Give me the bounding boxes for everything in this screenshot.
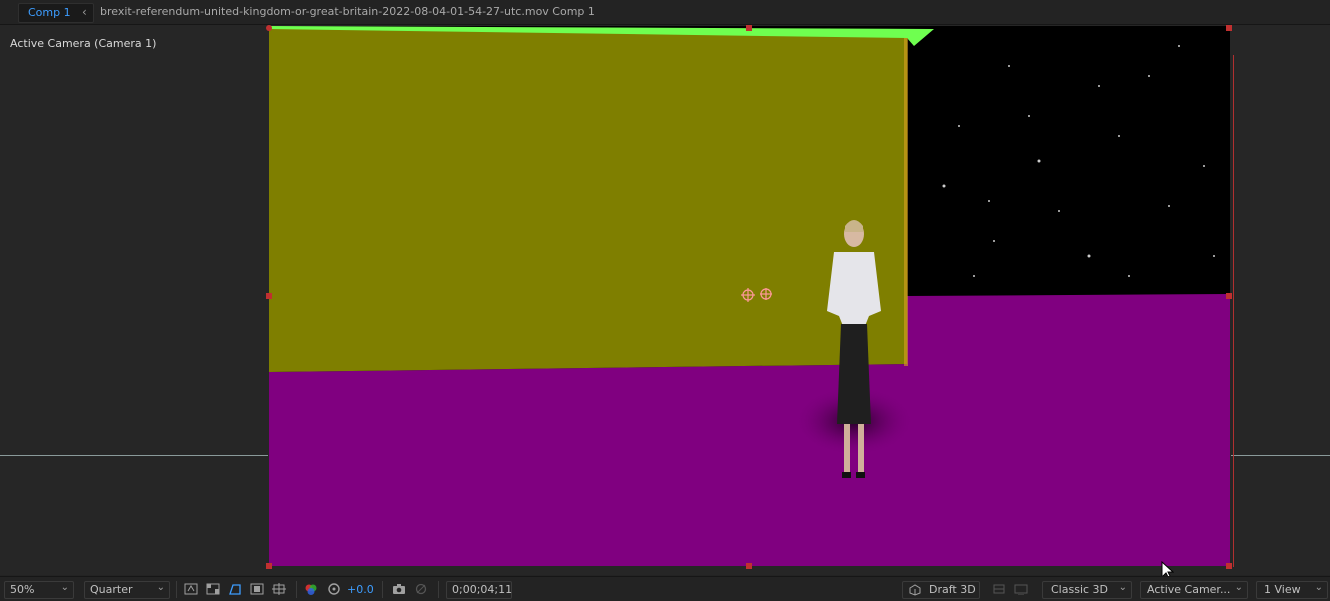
tab-comp-1-label: Comp 1 — [28, 6, 71, 19]
extended-viewer-icon[interactable] — [1014, 583, 1028, 595]
transform-handle[interactable] — [746, 563, 752, 569]
composition-canvas[interactable] — [269, 26, 1230, 566]
divider — [176, 581, 177, 598]
floor — [269, 346, 1230, 566]
renderer-dropdown[interactable]: Classic 3D ⌄ — [1042, 581, 1132, 599]
divider — [382, 581, 383, 598]
transform-handle[interactable] — [266, 293, 272, 299]
resolution-dropdown[interactable]: Quarter ⌄ — [84, 581, 170, 599]
scene-render — [269, 26, 1230, 566]
region-of-interest-icon[interactable] — [250, 583, 264, 595]
show-snapshot-icon[interactable] — [414, 583, 428, 595]
3d-ground-plane-icon[interactable] — [992, 583, 1006, 595]
viewer-tab-bar: Comp 1 ‹ brexit-referendum-united-kingdo… — [0, 0, 1330, 25]
guide-line-right — [1231, 455, 1330, 456]
transparency-grid-icon[interactable] — [206, 583, 220, 595]
viewer-toolbar: 50% ⌄ Quarter ⌄ +0.0 0;00;04;11 Draft 3D… — [0, 576, 1330, 601]
tab-comp-1[interactable]: Comp 1 ‹ — [18, 3, 94, 23]
transform-handle[interactable] — [1226, 563, 1232, 569]
breadcrumb[interactable]: brexit-referendum-united-kingdom-or-grea… — [100, 5, 595, 18]
renderer-value: Classic 3D — [1051, 583, 1109, 596]
mask-visibility-icon[interactable] — [228, 583, 242, 595]
fast-previews-icon[interactable] — [184, 583, 198, 595]
transform-handle[interactable] — [266, 563, 272, 569]
color-management-icon[interactable] — [327, 583, 341, 595]
timecode-field[interactable]: 0;00;04;11 — [446, 581, 512, 599]
chevron-down-icon: ⌄ — [1314, 582, 1323, 593]
view-layout-dropdown[interactable]: 1 View ⌄ — [1256, 581, 1328, 599]
chevron-down-icon: ⌄ — [1234, 582, 1243, 593]
draft-3d-toggle[interactable]: Draft 3D — [902, 581, 980, 599]
divider — [438, 581, 439, 598]
camera-view-value: Active Camer... — [1147, 583, 1231, 596]
zoom-dropdown[interactable]: 50% ⌄ — [4, 581, 74, 599]
transform-handle[interactable] — [746, 25, 752, 31]
chevron-down-icon: ⌄ — [60, 582, 69, 593]
draft-3d-icon — [909, 584, 921, 596]
draft-3d-label: Draft 3D — [929, 583, 976, 596]
view-layout-value: 1 View — [1264, 583, 1301, 596]
grid-guides-icon[interactable] — [272, 583, 286, 595]
chevron-left-icon[interactable]: ‹ — [82, 5, 87, 19]
resolution-value: Quarter — [90, 583, 133, 596]
chevron-down-icon: ⌄ — [1118, 582, 1127, 593]
transform-handle[interactable] — [1226, 293, 1232, 299]
camera-snapshot-icon[interactable] — [392, 583, 406, 595]
camera-view-dropdown[interactable]: Active Camer... ⌄ — [1140, 581, 1248, 599]
wall — [269, 28, 907, 372]
timecode-value: 0;00;04;11 — [452, 583, 513, 596]
composition-viewer[interactable]: Active Camera (Camera 1) — [0, 25, 1330, 580]
chevron-down-icon: ⌄ — [156, 582, 165, 593]
divider — [296, 581, 297, 598]
transform-handle[interactable] — [266, 25, 272, 31]
guide-line-left — [0, 455, 268, 456]
layer-bounds-edge — [1233, 55, 1234, 567]
exposure-value[interactable]: +0.0 — [347, 583, 374, 596]
zoom-value: 50% — [10, 583, 35, 596]
active-camera-label: Active Camera (Camera 1) — [10, 37, 157, 50]
transform-handle[interactable] — [1226, 25, 1232, 31]
channels-icon[interactable] — [304, 583, 318, 595]
